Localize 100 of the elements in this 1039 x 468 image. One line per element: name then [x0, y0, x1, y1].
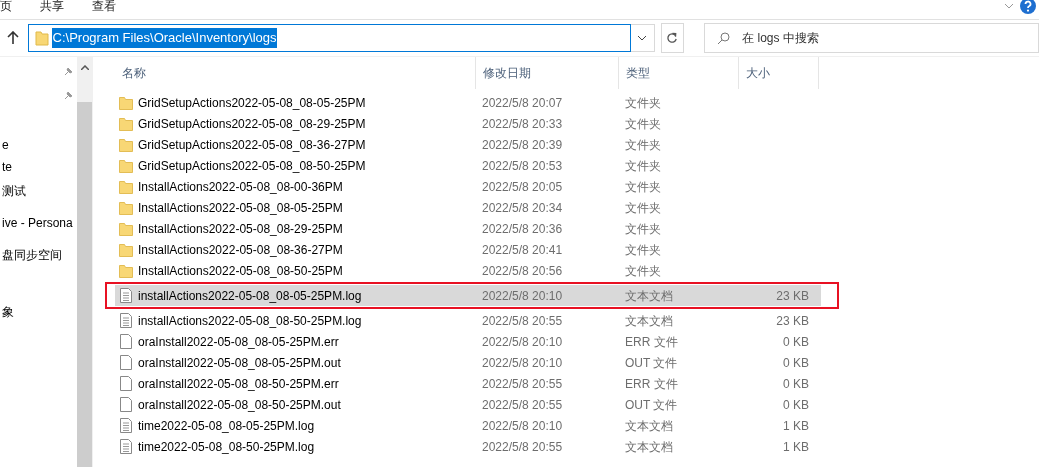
file-name: GridSetupActions2022-05-08_08-50-25PM: [138, 157, 366, 175]
folder-icon: [119, 179, 133, 194]
date-cell-text: 2022/5/8 20:07: [481, 94, 564, 112]
size-cell-text: 23 KB: [775, 287, 809, 305]
type-cell-text: 文本文档: [624, 312, 674, 330]
sidebar-item[interactable]: 象: [2, 303, 14, 319]
file-row[interactable]: InstallActions2022-05-08_08-05-25PM 2022/5/8 20:34 文件夹: [115, 197, 821, 218]
file-icon: [119, 334, 133, 349]
help-icon[interactable]: [1020, 0, 1036, 14]
type-cell-text: ERR 文件: [624, 333, 679, 351]
size-cell-text: 23 KB: [775, 312, 809, 330]
type-cell-text: 文本文档: [624, 287, 674, 305]
scroll-up-icon[interactable]: [80, 65, 89, 70]
scrollbar[interactable]: [77, 57, 92, 467]
address-text: C:\Program Files\Oracle\Inventory\logs: [51, 28, 278, 48]
file-row[interactable]: GridSetupActions2022-05-08_08-36-27PM 2022/5/8 20:39 文件夹: [115, 134, 821, 155]
file-row[interactable]: oraInstall2022-05-08_08-50-25PM.out 2022/5/8 20:55 OUT 文件 0 KB: [115, 394, 821, 415]
refresh-icon: [666, 32, 679, 44]
folder-icon: [119, 158, 133, 173]
sidebar-item[interactable]: 盘同步空间: [2, 246, 62, 262]
file-row[interactable]: InstallActions2022-05-08_08-36-27PM 2022/5/8 20:41 文件夹: [115, 239, 821, 260]
type-cell-text: 文件夹: [624, 241, 662, 259]
file-name: GridSetupActions2022-05-08_08-36-27PM: [138, 136, 366, 154]
file-row[interactable]: time2022-05-08_08-50-25PM.log 2022/5/8 20:55 文本文档 1 KB: [115, 436, 821, 457]
document-icon: [119, 418, 133, 433]
sidebar-item[interactable]: 测试: [2, 182, 26, 198]
sidebar-item[interactable]: te: [2, 158, 12, 174]
file-row[interactable]: installActions2022-05-08_08-05-25PM.log 2022/5/8 20:10 文本文档 23 KB: [115, 285, 821, 306]
type-cell-text: 文本文档: [624, 417, 674, 435]
date-cell-text: 2022/5/8 20:55: [481, 438, 564, 456]
sidebar-item[interactable]: ive - Persona: [2, 214, 73, 230]
folder-icon: [119, 95, 133, 110]
file-name: time2022-05-08_08-50-25PM.log: [138, 438, 315, 456]
date-cell-text: 2022/5/8 20:55: [481, 396, 564, 414]
folder-icon: [119, 137, 133, 152]
file-icon: [119, 397, 133, 412]
document-icon: [119, 313, 133, 328]
file-row[interactable]: GridSetupActions2022-05-08_08-50-25PM 2022/5/8 20:53 文件夹: [115, 155, 821, 176]
size-cell-text: 1 KB: [782, 417, 809, 435]
pin-icon[interactable]: [63, 67, 73, 77]
file-name: oraInstall2022-05-08_08-50-25PM.err: [138, 375, 339, 393]
file-row[interactable]: GridSetupActions2022-05-08_08-05-25PM 2022/5/8 20:07 文件夹: [115, 92, 821, 113]
size-cell-text: 1 KB: [782, 438, 809, 456]
type-cell-text: 文件夹: [624, 262, 662, 280]
column-header[interactable]: 名称: [115, 57, 476, 89]
file-row[interactable]: InstallActions2022-05-08_08-00-36PM 2022/5/8 20:05 文件夹: [115, 176, 821, 197]
type-cell-text: 文件夹: [624, 136, 662, 154]
file-row[interactable]: oraInstall2022-05-08_08-05-25PM.err 2022/5/8 20:10 ERR 文件 0 KB: [115, 331, 821, 352]
chevron-icon: [637, 35, 648, 41]
file-name: InstallActions2022-05-08_08-00-36PM: [138, 178, 343, 196]
file-row[interactable]: oraInstall2022-05-08_08-50-25PM.err 2022/5/8 20:55 ERR 文件 0 KB: [115, 373, 821, 394]
size-cell-text: 0 KB: [782, 333, 809, 351]
size-cell-text: 0 KB: [782, 375, 809, 393]
date-cell-text: 2022/5/8 20:33: [481, 115, 564, 133]
address-field[interactable]: C:\Program Files\Oracle\Inventory\logs: [27, 24, 632, 52]
up-arrow-icon: [6, 31, 19, 45]
date-cell-text: 2022/5/8 20:34: [481, 199, 564, 217]
file-name: GridSetupActions2022-05-08_08-05-25PM: [138, 94, 366, 112]
document-icon: [119, 439, 133, 454]
file-row[interactable]: InstallActions2022-05-08_08-29-25PM 2022/5/8 20:36 文件夹: [115, 218, 821, 239]
file-row[interactable]: time2022-05-08_08-05-25PM.log 2022/5/8 20:10 文本文档 1 KB: [115, 415, 821, 436]
file-row[interactable]: oraInstall2022-05-08_08-05-25PM.out 2022/5/8 20:10 OUT 文件 0 KB: [115, 352, 821, 373]
type-cell-text: ERR 文件: [624, 375, 679, 393]
file-name: InstallActions2022-05-08_08-50-25PM: [138, 262, 343, 280]
ribbon-tab[interactable]: 共享: [40, 0, 80, 13]
folder-icon: [119, 200, 133, 215]
folder-icon: [119, 242, 133, 257]
file-name: installActions2022-05-08_08-50-25PM.log: [138, 312, 362, 330]
date-cell-text: 2022/5/8 20:56: [481, 262, 564, 280]
type-cell-text: OUT 文件: [624, 354, 679, 372]
ribbon-tab[interactable]: 页: [0, 0, 28, 13]
refresh-button[interactable]: [660, 23, 685, 53]
date-cell-text: 2022/5/8 20:41: [481, 241, 564, 259]
file-icon: [119, 355, 133, 370]
column-header[interactable]: 修改日期: [476, 57, 619, 89]
type-cell-text: 文件夹: [624, 178, 662, 196]
sidebar-item[interactable]: e: [2, 136, 9, 152]
folder-icon: [119, 263, 133, 278]
search-icon: [717, 31, 731, 45]
file-name: time2022-05-08_08-05-25PM.log: [138, 417, 315, 435]
column-header[interactable]: 大小: [739, 57, 819, 89]
date-cell-text: 2022/5/8 20:55: [481, 312, 564, 330]
ribbon-tab[interactable]: 查看: [92, 0, 132, 13]
date-cell-text: 2022/5/8 20:10: [481, 287, 564, 305]
file-row[interactable]: InstallActions2022-05-08_08-50-25PM 2022/5/8 20:56 文件夹: [115, 260, 821, 281]
file-icon: [119, 376, 133, 391]
file-row[interactable]: GridSetupActions2022-05-08_08-29-25PM 2022/5/8 20:33 文件夹: [115, 113, 821, 134]
chevron-icon[interactable]: [1004, 2, 1014, 9]
file-name: InstallActions2022-05-08_08-29-25PM: [138, 220, 343, 238]
type-cell-text: 文件夹: [624, 94, 662, 112]
column-header[interactable]: 类型: [619, 57, 739, 89]
size-cell-text: 0 KB: [782, 354, 809, 372]
date-cell-text: 2022/5/8 20:36: [481, 220, 564, 238]
type-cell-text: 文件夹: [624, 115, 662, 133]
search-box[interactable]: 在 logs 中搜索: [704, 23, 1039, 53]
date-cell-text: 2022/5/8 20:55: [481, 375, 564, 393]
date-cell-text: 2022/5/8 20:10: [481, 354, 564, 372]
pin-icon[interactable]: [63, 91, 73, 101]
file-name: GridSetupActions2022-05-08_08-29-25PM: [138, 115, 366, 133]
file-row[interactable]: installActions2022-05-08_08-50-25PM.log 2022/5/8 20:55 文本文档 23 KB: [115, 310, 821, 331]
